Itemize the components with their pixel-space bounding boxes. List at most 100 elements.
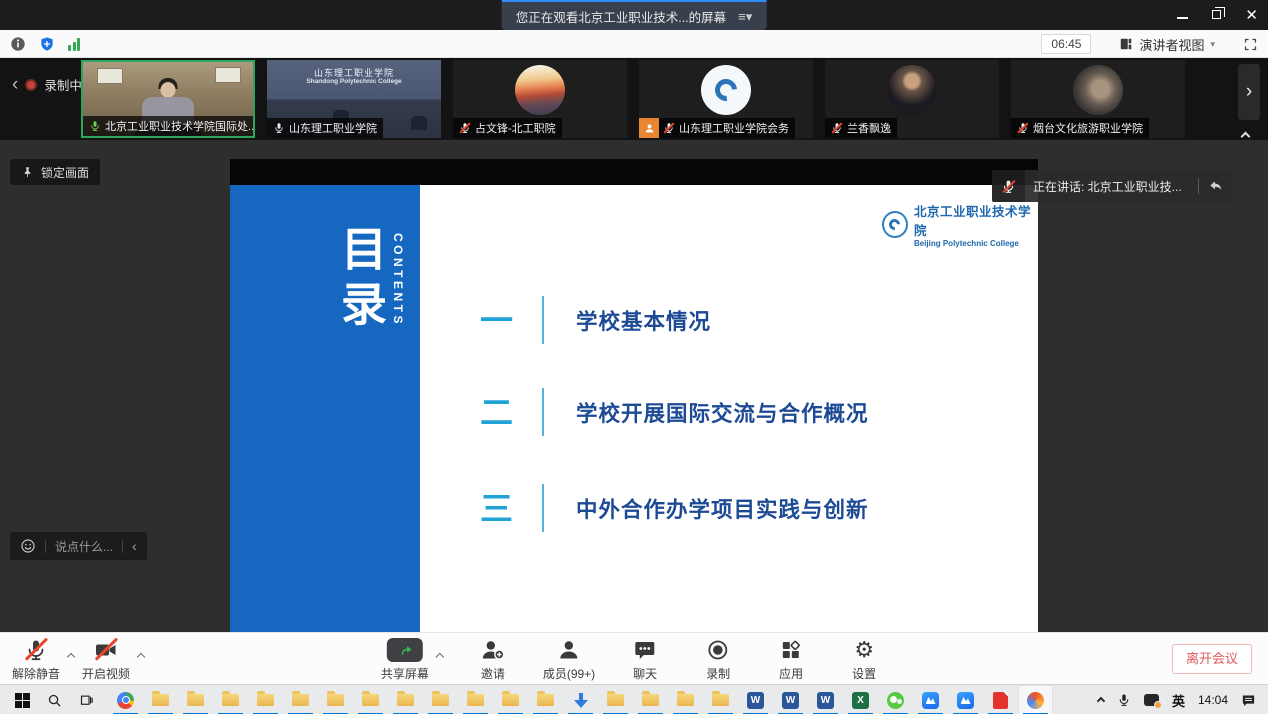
members-icon — [557, 637, 581, 663]
screen-share-title[interactable]: 您正在观看北京工业职业技术...的屏幕 ≡▾ — [502, 0, 767, 30]
share-screen-icon — [387, 637, 423, 663]
folder-icon[interactable] — [458, 685, 493, 714]
apps-button[interactable]: 应用 — [768, 637, 814, 682]
search-icon[interactable] — [38, 685, 70, 714]
tray-mic-icon[interactable] — [1117, 693, 1131, 707]
folder-icon[interactable] — [178, 685, 213, 714]
excel-icon[interactable] — [843, 685, 878, 714]
minimize-button[interactable] — [1177, 6, 1188, 24]
mic-muted-icon — [1017, 122, 1029, 134]
participant-name-label: 烟台文化旅游职业学院 — [1011, 118, 1149, 138]
mic-muted-icon — [663, 122, 675, 134]
toc-panel: 目录 CONTENTS — [230, 185, 420, 632]
task-view-icon[interactable] — [70, 685, 102, 714]
main-stage: 锁定画面 目录 CONTENTS 北京工业职业技术学院 Beijing Poly… — [0, 140, 1268, 632]
settings-button[interactable]: ⚙ 设置 — [841, 637, 887, 682]
video-tile[interactable]: 山东理工职业学院会务 — [639, 60, 813, 138]
wechat-icon[interactable] — [878, 685, 913, 714]
mic-on-icon — [89, 120, 101, 132]
folder-icon[interactable] — [423, 685, 458, 714]
start-button[interactable] — [6, 685, 38, 714]
invite-button[interactable]: 邀请 — [470, 637, 516, 682]
folder-icon[interactable] — [388, 685, 423, 714]
hidden-icons-chevron[interactable] — [1098, 691, 1104, 709]
word-icon[interactable] — [773, 685, 808, 714]
word-icon[interactable] — [808, 685, 843, 714]
members-button[interactable]: 成员(99+) — [543, 637, 595, 682]
folder-icon[interactable] — [703, 685, 738, 714]
folder-icon[interactable] — [528, 685, 563, 714]
screen-capture-tray-icon[interactable] — [1144, 694, 1159, 706]
start-video-button[interactable]: 开启视频 — [82, 637, 130, 682]
folder-icon[interactable] — [668, 685, 703, 714]
close-button[interactable]: ✕ — [1245, 8, 1258, 23]
lock-view-button[interactable]: 锁定画面 — [10, 159, 100, 185]
avatar — [701, 65, 751, 115]
view-mode-label: 演讲者视图 — [1139, 35, 1204, 54]
meeting-icon[interactable] — [948, 685, 983, 714]
video-tile[interactable]: 山东理工职业学院 Shandong Polytechnic College 山东… — [267, 60, 441, 138]
folder-icon[interactable] — [353, 685, 388, 714]
audio-options-chevron[interactable] — [68, 647, 74, 665]
scroll-left-icon[interactable]: ‹ — [12, 75, 18, 94]
video-tile[interactable]: 占文锋-北工职院 — [453, 60, 627, 138]
pdf-icon[interactable] — [983, 685, 1018, 714]
active-speaker-banner: 正在讲话: 北京工业职业技... — [992, 170, 1233, 202]
share-screen-button[interactable]: 共享屏幕 — [381, 637, 429, 682]
folder-icon[interactable] — [598, 685, 633, 714]
meeting-timer: 06:45 — [1041, 34, 1091, 54]
meeting-info-icon[interactable] — [10, 36, 26, 52]
meeting-icon[interactable] — [913, 685, 948, 714]
participant-name-label: 山东理工职业学院 — [267, 118, 383, 138]
college-logo-icon — [882, 211, 908, 238]
view-mode-selector[interactable]: 演讲者视图 ▾ — [1119, 35, 1215, 54]
chat-quick-bar[interactable]: 说点什么... ‹ — [10, 532, 147, 560]
folder-icon[interactable] — [493, 685, 528, 714]
input-method-indicator[interactable]: 英 — [1172, 691, 1185, 710]
participant-name-label: 山东理工职业学院会务 — [639, 118, 795, 138]
toc-item-3: 三 中外合作办学项目实践与创新 — [480, 483, 869, 533]
windows-taskbar: 英 14:04 — [0, 684, 1268, 714]
record-button[interactable]: 录制 — [695, 637, 741, 682]
folder-icon[interactable] — [633, 685, 668, 714]
notification-center-icon[interactable] — [1241, 693, 1256, 708]
host-badge-icon — [639, 118, 659, 138]
video-tile-speaker[interactable]: 北京工业职业技术学院国际处... — [81, 60, 255, 138]
leave-meeting-button[interactable]: 离开会议 — [1172, 644, 1252, 674]
taskbar-clock[interactable]: 14:04 — [1198, 693, 1228, 707]
fullscreen-icon[interactable] — [1243, 37, 1258, 52]
video-options-chevron[interactable] — [138, 647, 144, 665]
mic-muted-icon[interactable] — [992, 170, 1025, 202]
folder-icon[interactable] — [143, 685, 178, 714]
scroll-right-icon[interactable]: › — [1238, 64, 1260, 120]
chrome-icon[interactable] — [108, 685, 143, 714]
shared-screen-slide: 目录 CONTENTS 北京工业职业技术学院 Beijing Polytechn… — [230, 159, 1038, 632]
collapse-chat-icon[interactable]: ‹ — [132, 539, 137, 553]
unmute-button[interactable]: 解除静音 — [12, 637, 60, 682]
share-options-chevron[interactable] — [437, 647, 443, 665]
avatar — [515, 65, 565, 115]
participant-filmstrip: ‹ 录制中 北京工业职业技术学院国际处... 山东理工职业学院 Shandong… — [0, 58, 1268, 140]
folder-icon[interactable] — [283, 685, 318, 714]
share-menu-icon[interactable]: ≡▾ — [738, 10, 752, 23]
reply-arrow-icon[interactable] — [1208, 178, 1224, 194]
folder-icon[interactable] — [318, 685, 353, 714]
video-tile[interactable]: 兰香飘逸 — [825, 60, 999, 138]
collapse-filmstrip-icon[interactable] — [1242, 127, 1249, 145]
download-icon[interactable] — [563, 685, 598, 714]
emoji-icon[interactable] — [20, 538, 36, 554]
meeting-active-icon[interactable] — [1018, 685, 1053, 714]
toc-title-en: CONTENTS — [391, 233, 405, 327]
mic-muted-icon — [459, 122, 471, 134]
security-shield-icon[interactable] — [39, 36, 55, 52]
chat-input-placeholder[interactable]: 说点什么... — [55, 538, 113, 555]
record-icon — [706, 637, 730, 663]
video-tile[interactable]: 烟台文化旅游职业学院 — [1011, 60, 1185, 138]
restore-button[interactable] — [1212, 6, 1221, 24]
active-speaker-text: 正在讲话: 北京工业职业技... — [1025, 178, 1198, 195]
network-signal-icon[interactable] — [68, 38, 80, 51]
folder-icon[interactable] — [248, 685, 283, 714]
word-icon[interactable] — [738, 685, 773, 714]
chat-button[interactable]: 聊天 — [622, 637, 668, 682]
folder-icon[interactable] — [213, 685, 248, 714]
